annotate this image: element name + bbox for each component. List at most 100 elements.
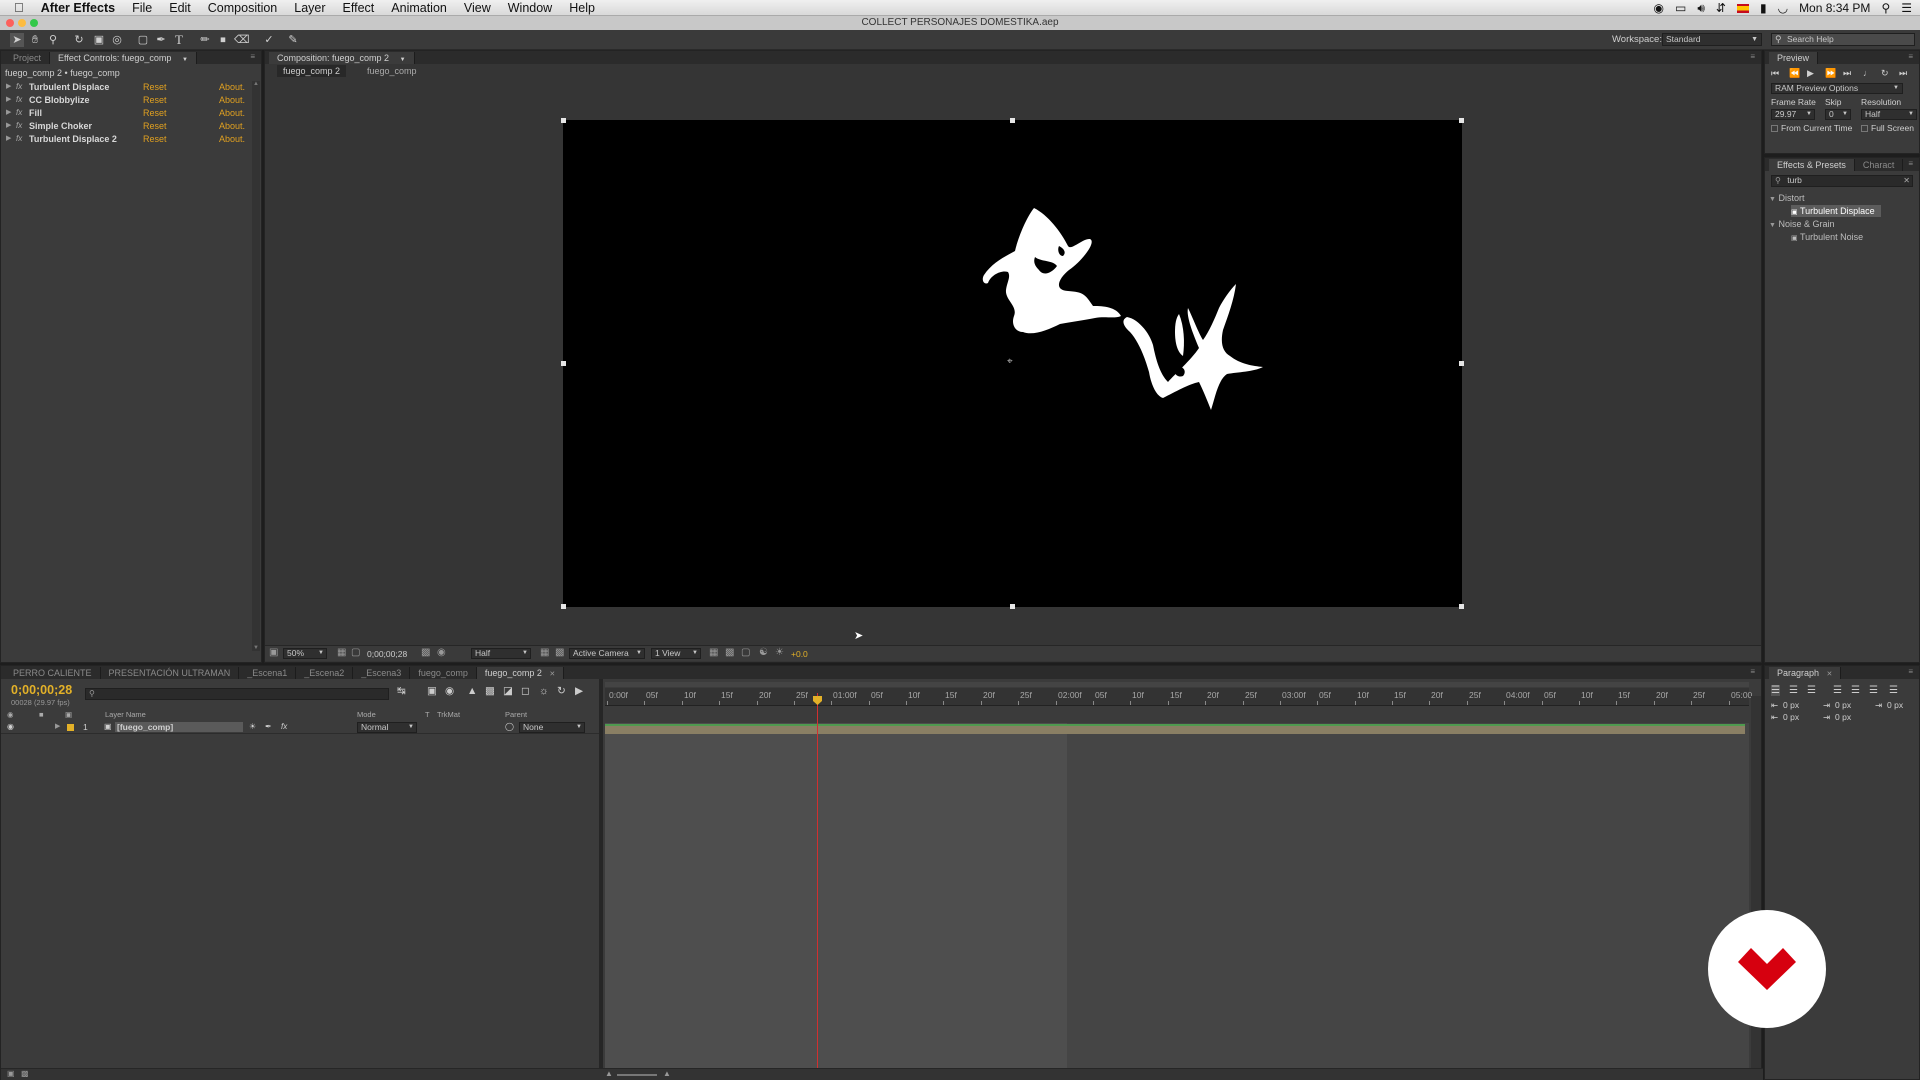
render-icon[interactable]: ▶: [575, 685, 583, 697]
panel-menu-icon[interactable]: ≡: [1750, 667, 1755, 676]
zoom-slider[interactable]: [617, 1074, 657, 1076]
about-link[interactable]: About.: [219, 120, 245, 132]
close-tab-icon[interactable]: ✕: [549, 671, 555, 678]
current-time[interactable]: 0;00;00;28: [11, 683, 72, 697]
frame-blending-icon[interactable]: ▩: [485, 685, 495, 697]
eraser-tool-icon[interactable]: ⌫: [234, 33, 250, 47]
justify-center-icon[interactable]: ☰: [1851, 685, 1860, 696]
loop-icon[interactable]: ↻: [1881, 68, 1889, 79]
toggle-switches-icon[interactable]: ▣: [7, 1069, 15, 1078]
panel-menu-icon[interactable]: ≡: [250, 52, 255, 61]
menu-edit[interactable]: Edit: [169, 1, 191, 15]
notifications-icon[interactable]: ☰: [1901, 1, 1912, 15]
grid-icon[interactable]: ▦: [337, 647, 346, 658]
parent-select[interactable]: None ▼: [519, 722, 585, 733]
fx-badge[interactable]: fx: [16, 107, 22, 119]
scroll-up-icon[interactable]: ▲: [253, 81, 259, 87]
effect-row-cc-blobbylize[interactable]: ▶ fx CC Blobbylize Reset About.: [1, 94, 249, 106]
indent-left-value[interactable]: 0 px: [1783, 700, 1799, 710]
disclosure-triangle-icon[interactable]: ▶: [6, 107, 11, 119]
stamp-tool-icon[interactable]: ⏹: [216, 33, 230, 47]
layer-name[interactable]: [fuego_comp]: [115, 722, 243, 732]
tab-character[interactable]: Charact: [1855, 159, 1904, 171]
tab-composition[interactable]: Composition: fuego_comp 2 ▼: [269, 52, 415, 64]
workspace-select[interactable]: Standard ▼: [1662, 33, 1762, 46]
live-update-icon[interactable]: ▣: [427, 685, 437, 697]
full-screen-checkbox[interactable]: [1861, 125, 1868, 132]
reset-link[interactable]: Reset: [143, 94, 167, 106]
tab-effects-presets[interactable]: Effects & Presets: [1769, 159, 1855, 171]
space-before-value[interactable]: 0 px: [1783, 712, 1799, 722]
flag-icon[interactable]: [1736, 3, 1749, 13]
about-link[interactable]: About.: [219, 107, 245, 119]
tab-escena3[interactable]: _Escena3: [353, 667, 411, 679]
toggle-modes-icon[interactable]: ▩: [21, 1069, 29, 1078]
disclosure-open-icon[interactable]: ▼: [1769, 196, 1776, 203]
effect-item-turbulent-noise[interactable]: ▣ Turbulent Noise: [1791, 231, 1863, 243]
next-frame-icon[interactable]: ⏩: [1825, 68, 1836, 79]
draft-3d-icon[interactable]: ◉: [445, 685, 454, 697]
effect-row-fill[interactable]: ▶ fx Fill Reset About.: [1, 107, 249, 119]
shape-tool-icon[interactable]: ▢: [136, 33, 150, 47]
views-select[interactable]: 1 View ▼: [651, 648, 701, 659]
zoom-tool-icon[interactable]: ⚲: [46, 33, 60, 47]
transform-handle[interactable]: [1459, 604, 1464, 609]
transparency-grid-icon[interactable]: ▩: [555, 647, 564, 658]
resolution-select[interactable]: Half ▼: [471, 648, 531, 659]
justify-left-icon[interactable]: ☰: [1833, 685, 1842, 696]
first-frame-icon[interactable]: ⏮: [1771, 68, 1779, 79]
brainstorm-icon[interactable]: ☼: [539, 685, 549, 697]
transform-handle[interactable]: [561, 361, 566, 366]
tab-escena1[interactable]: _Escena1: [239, 667, 297, 679]
menu-composition[interactable]: Composition: [208, 1, 277, 15]
reset-link[interactable]: Reset: [143, 81, 167, 93]
toggle-pixel-icon[interactable]: ▦: [709, 647, 718, 658]
indent-right-value[interactable]: 0 px: [1835, 700, 1851, 710]
snapshot-icon[interactable]: ▩: [421, 647, 430, 658]
type-tool-icon[interactable]: T: [172, 33, 186, 47]
layer-search-input[interactable]: ⚲: [85, 688, 389, 700]
effect-row-turbulent-displace[interactable]: ▶ fx Turbulent Displace Reset About.: [1, 81, 249, 93]
justify-right-icon[interactable]: ☰: [1869, 685, 1878, 696]
tab-presentacion-ultraman[interactable]: PRESENTACIÓN ULTRAMAN: [101, 667, 240, 679]
layer-name-header[interactable]: Layer Name: [105, 710, 146, 719]
collapse-transform-icon[interactable]: ☀: [249, 722, 256, 731]
skip-select[interactable]: 0 ▼: [1825, 109, 1851, 120]
panel-menu-icon[interactable]: ≡: [1908, 159, 1913, 168]
av-features-icon[interactable]: ◉: [7, 710, 14, 719]
menu-file[interactable]: File: [132, 1, 152, 15]
tab-project[interactable]: Project: [5, 52, 51, 64]
menu-help[interactable]: Help: [569, 1, 595, 15]
tab-paragraph[interactable]: Paragraph ✕: [1769, 667, 1842, 679]
t-header[interactable]: T: [425, 710, 430, 719]
transform-handle[interactable]: [1010, 604, 1015, 609]
fx-badge[interactable]: fx: [16, 133, 22, 145]
justify-all-icon[interactable]: ☰: [1889, 685, 1898, 696]
reset-link[interactable]: Reset: [143, 120, 167, 132]
pan-behind-tool-icon[interactable]: ◎: [110, 33, 124, 47]
time-ruler[interactable]: 0:00f 05f 10f 15f 20f 25f 01:00f 05f 10f 15f 20f 25…: [605, 688, 1752, 706]
menu-layer[interactable]: Layer: [294, 1, 325, 15]
transform-handle[interactable]: [561, 604, 566, 609]
search-help-input[interactable]: ⚲ Search Help: [1771, 33, 1915, 46]
layer-row[interactable]: ◉ ▶ 1 ▣ [fuego_comp] ☀ ✒ fx Normal ▼ ◯ N…: [1, 722, 599, 734]
effect-row-simple-choker[interactable]: ▶ fx Simple Choker Reset About.: [1, 120, 249, 132]
network-icon[interactable]: ⇵: [1716, 1, 1726, 15]
zoom-window-icon[interactable]: [30, 19, 38, 27]
clear-search-icon[interactable]: ✕: [1903, 176, 1910, 185]
zoom-in-icon[interactable]: ▲: [663, 1069, 671, 1078]
camera-tool-icon[interactable]: ▣: [92, 33, 106, 47]
effects-switch-icon[interactable]: fx: [281, 722, 287, 731]
effect-item-turbulent-displace[interactable]: ▣ Turbulent Displace: [1791, 205, 1881, 217]
lock-icon[interactable]: ■: [39, 710, 44, 719]
tab-preview[interactable]: Preview: [1769, 52, 1819, 64]
fast-previews-icon[interactable]: ▩: [725, 647, 734, 658]
always-preview-icon[interactable]: ▣: [269, 647, 278, 658]
rotate-tool-icon[interactable]: ↻: [72, 33, 86, 47]
disclosure-triangle-icon[interactable]: ▶: [6, 81, 11, 93]
reset-link[interactable]: Reset: [143, 133, 167, 145]
record-icon[interactable]: ◉: [1654, 1, 1664, 15]
about-link[interactable]: About.: [219, 81, 245, 93]
shy-layers-icon[interactable]: ▲: [467, 685, 477, 697]
selection-tool-icon[interactable]: ➤: [10, 33, 24, 47]
